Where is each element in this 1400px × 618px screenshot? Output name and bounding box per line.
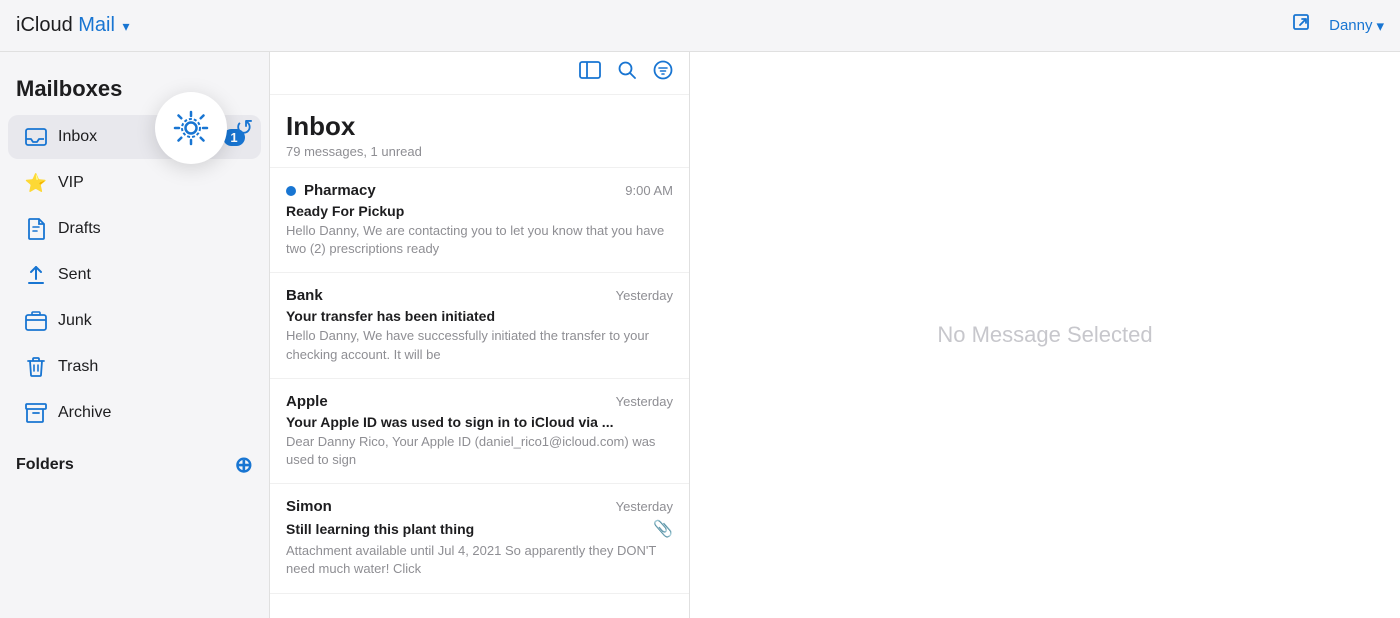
no-message-label: No Message Selected xyxy=(937,322,1152,348)
email-time: 9:00 AM xyxy=(625,183,673,198)
inbox-icon xyxy=(24,125,48,149)
app-menu-chevron[interactable]: ▾ xyxy=(123,18,130,34)
filter-icon[interactable] xyxy=(653,60,673,86)
email-preview: Attachment available until Jul 4, 2021 S… xyxy=(286,542,673,578)
email-sender: Pharmacy xyxy=(286,182,376,199)
icloud-label: iCloud xyxy=(16,14,73,36)
app-label: Mail xyxy=(78,14,115,36)
email-item[interactable]: Apple Yesterday Your Apple ID was used t… xyxy=(270,379,689,484)
header-brand: iCloud Mail ▾ xyxy=(16,14,130,37)
attachment-icon: 📎 xyxy=(653,519,673,539)
gear-icon xyxy=(171,108,211,148)
email-list: Inbox 79 messages, 1 unread Pharmacy 9:0… xyxy=(270,52,690,618)
search-icon[interactable] xyxy=(617,60,637,86)
email-item-header: Bank Yesterday xyxy=(286,287,673,304)
settings-button[interactable] xyxy=(155,92,227,164)
brand-text: iCloud Mail ▾ xyxy=(16,14,130,37)
junk-icon xyxy=(24,309,48,333)
email-item[interactable]: Simon Yesterday Still learning this plan… xyxy=(270,484,689,593)
sent-icon xyxy=(24,263,48,287)
trash-icon xyxy=(24,355,48,379)
gear-overlay: ↺ xyxy=(155,92,253,164)
email-subject: Your Apple ID was used to sign in to iCl… xyxy=(286,414,673,430)
email-time: Yesterday xyxy=(616,394,673,409)
header-right: Danny ▾ xyxy=(1291,12,1384,40)
sidebar-item-sent[interactable]: Sent xyxy=(8,253,261,297)
email-subject: Still learning this plant thing 📎 xyxy=(286,519,673,539)
user-menu-chevron: ▾ xyxy=(1376,17,1384,35)
add-folder-button[interactable]: ⊕ xyxy=(235,452,253,478)
vip-icon: ⭐ xyxy=(24,171,48,195)
sidebar-item-label-drafts: Drafts xyxy=(58,220,245,238)
email-sender: Apple xyxy=(286,393,328,410)
email-item[interactable]: Bank Yesterday Your transfer has been in… xyxy=(270,273,689,378)
email-subject: Ready For Pickup xyxy=(286,203,673,219)
sidebar-item-label-trash: Trash xyxy=(58,358,245,376)
email-sender: Simon xyxy=(286,498,332,515)
sidebar-item-label-archive: Archive xyxy=(58,404,245,422)
sidebar-item-label-junk: Junk xyxy=(58,312,245,330)
refresh-icon[interactable]: ↺ xyxy=(235,115,253,141)
email-sender: Bank xyxy=(286,287,323,304)
sidebar-item-archive[interactable]: Archive xyxy=(8,391,261,435)
folders-section: Folders ⊕ xyxy=(0,436,269,486)
toggle-sidebar-icon[interactable] xyxy=(579,61,601,85)
sidebar: ↺ Mailboxes Inbox 1 ⭐ VIP xyxy=(0,52,270,618)
email-items: Pharmacy 9:00 AM Ready For Pickup Hello … xyxy=(270,168,689,618)
email-item-header: Pharmacy 9:00 AM xyxy=(286,182,673,199)
sidebar-item-trash[interactable]: Trash xyxy=(8,345,261,389)
inbox-title: Inbox xyxy=(286,111,673,142)
detail-pane: No Message Selected xyxy=(690,52,1400,618)
email-preview: Hello Danny, We are contacting you to le… xyxy=(286,222,673,258)
sidebar-item-label-vip: VIP xyxy=(58,174,245,192)
compose-icon[interactable] xyxy=(1291,12,1313,40)
main-layout: ↺ Mailboxes Inbox 1 ⭐ VIP xyxy=(0,52,1400,618)
email-time: Yesterday xyxy=(616,499,673,514)
archive-icon xyxy=(24,401,48,425)
email-item-header: Simon Yesterday xyxy=(286,498,673,515)
user-name-label: Danny xyxy=(1329,17,1372,34)
email-item[interactable]: Pharmacy 9:00 AM Ready For Pickup Hello … xyxy=(270,168,689,273)
user-menu[interactable]: Danny ▾ xyxy=(1329,17,1384,35)
email-preview: Dear Danny Rico, Your Apple ID (daniel_r… xyxy=(286,433,673,469)
sidebar-item-label-sent: Sent xyxy=(58,266,245,284)
drafts-icon xyxy=(24,217,48,241)
email-preview: Hello Danny, We have successfully initia… xyxy=(286,327,673,363)
app-header: iCloud Mail ▾ Danny ▾ xyxy=(0,0,1400,52)
inbox-subtitle: 79 messages, 1 unread xyxy=(286,144,673,159)
sidebar-item-drafts[interactable]: Drafts xyxy=(8,207,261,251)
sidebar-item-vip[interactable]: ⭐ VIP xyxy=(8,161,261,205)
email-subject: Your transfer has been initiated xyxy=(286,308,673,324)
email-list-toolbar xyxy=(270,52,689,95)
email-time: Yesterday xyxy=(616,288,673,303)
sidebar-item-junk[interactable]: Junk xyxy=(8,299,261,343)
email-list-header: Inbox 79 messages, 1 unread xyxy=(270,95,689,168)
folders-title: Folders xyxy=(16,456,74,474)
email-item-header: Apple Yesterday xyxy=(286,393,673,410)
unread-indicator xyxy=(286,186,296,196)
